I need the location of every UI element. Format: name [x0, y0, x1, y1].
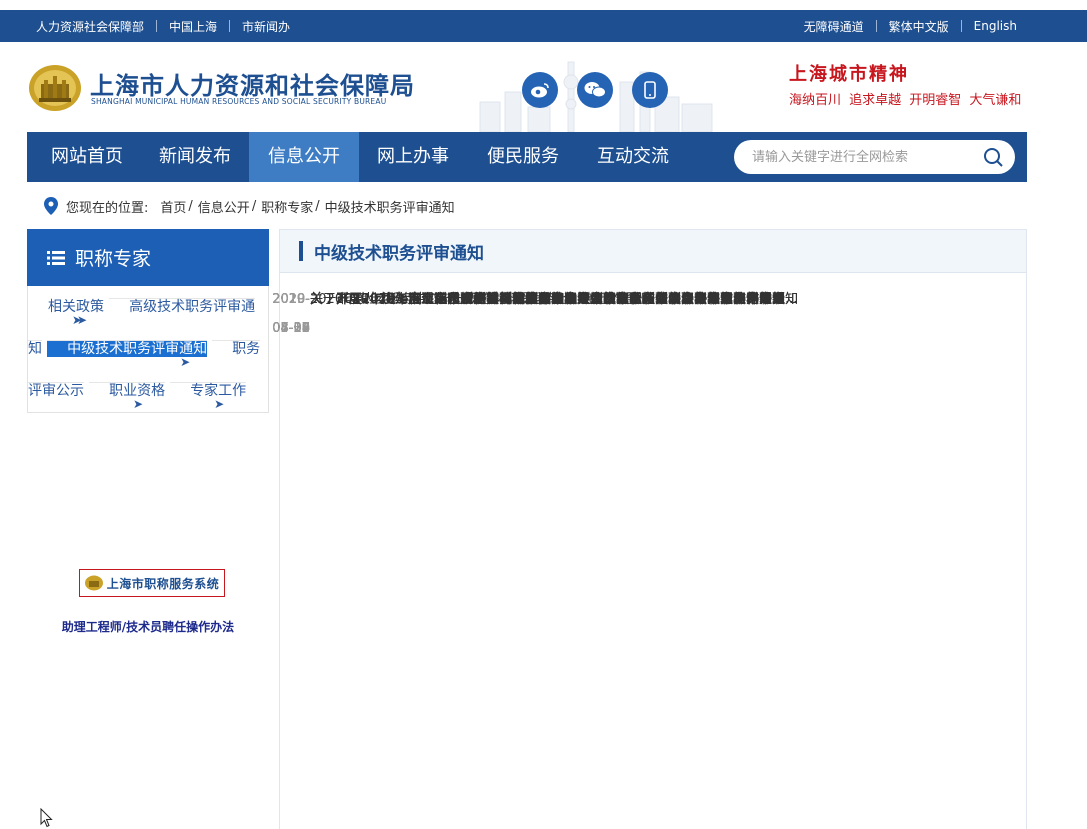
title-accent-bar — [299, 241, 303, 261]
divider — [156, 20, 158, 32]
divider — [875, 20, 877, 32]
main-nav: 网站首页 新闻发布 信息公开 网上办事 便民服务 互动交流 — [27, 132, 1027, 182]
main-content: 中级技术职务评审通知 关于2020年上海市住房和城乡建设管理委员会直属单位工程系… — [272, 229, 1027, 829]
search-icon[interactable] — [983, 147, 1003, 167]
link-accessibility[interactable]: 无障碍通道 — [804, 18, 864, 35]
arrow-right-icon: ➤ — [214, 397, 225, 411]
link-news-office[interactable]: 市新闻办 — [242, 18, 290, 35]
sidebar: 职称专家 相关政策 ➤ 高级技术职务评审通知 ➤ 中级技术职务评审通知 ➤ 职务评审公… — [27, 229, 269, 413]
sidebar-header: 职称专家 — [27, 229, 269, 286]
location-pin-icon — [44, 197, 58, 215]
link-mohrss[interactable]: 人力资源社会保障部 — [36, 18, 144, 35]
city-spirit-slogan: 海纳百川 追求卓越 开明睿智 大气谦和 — [789, 93, 1022, 108]
mobile-icon[interactable] — [632, 72, 668, 108]
link-china-shanghai[interactable]: 中国上海 — [169, 18, 217, 35]
breadcrumb-separator: / — [251, 198, 257, 214]
breadcrumb-home[interactable]: 首页 — [160, 197, 186, 216]
search-input[interactable] — [752, 140, 972, 174]
breadcrumb-separator: / — [315, 198, 320, 214]
news-date: 2019-07-15 — [272, 292, 310, 336]
nav-info-disclosure[interactable]: 信息公开 — [249, 132, 359, 182]
wechat-icon[interactable] — [577, 72, 613, 108]
breadcrumb-label: 您现在的位置: — [66, 200, 149, 216]
bureau-emblem-icon[interactable] — [28, 62, 82, 112]
breadcrumb-professional-title[interactable]: 职称专家 — [261, 197, 313, 216]
top-right-links: 无障碍通道 繁体中文版 English — [804, 10, 1017, 42]
nav-online-services[interactable]: 网上办事 — [363, 132, 463, 182]
nav-home[interactable]: 网站首页 — [37, 132, 137, 182]
breadcrumb: 您现在的位置: 首页 / 信息公开 / 职称专家 / 中级技术职务评审通知 — [44, 196, 455, 216]
sidebar-item-vocational-qualification[interactable]: 职业资格 ➤ — [89, 382, 166, 411]
nav-public-services[interactable]: 便民服务 — [473, 132, 573, 182]
site-subtitle: SHANGHAI MUNICIPAL HUMAN RESOURCES AND S… — [91, 97, 387, 106]
breadcrumb-info-disclosure[interactable]: 信息公开 — [198, 197, 250, 216]
breadcrumb-current[interactable]: 中级技术职务评审通知 — [325, 197, 455, 216]
breadcrumb-separator: / — [188, 198, 193, 214]
site-title[interactable]: 上海市人力资源和社会保障局 — [90, 66, 415, 101]
assistant-engineer-guide-link[interactable]: 助理工程师/技术员聘任操作办法 — [27, 618, 269, 635]
sidebar-item-expert-work[interactable]: 专家工作 ➤ — [170, 382, 247, 411]
content-header: 中级技术职务评审通知 — [280, 230, 1026, 273]
divider — [229, 20, 231, 32]
sidebar-item-policy[interactable]: 相关政策 ➤ — [28, 299, 104, 327]
nav-news[interactable]: 新闻发布 — [145, 132, 245, 182]
arrow-right-icon: ➤ — [180, 355, 191, 369]
bureau-emblem-icon — [84, 575, 103, 591]
news-title: 关于开展2019年度上海市农业系列种植业中级专业技术职务任职资格评审工作的通知 — [310, 292, 799, 307]
top-left-links: 人力资源社会保障部 中国上海 市新闻办 — [36, 10, 290, 42]
site-header: 上海市人力资源和社会保障局 SHANGHAI MUNICIPAL HUMAN R… — [0, 42, 1087, 132]
link-traditional-chinese[interactable]: 繁体中文版 — [889, 18, 949, 35]
city-spirit-title: 上海城市精神 — [789, 64, 909, 85]
banner-text: 上海市职称服务系统 — [106, 576, 220, 591]
nav-interaction[interactable]: 互动交流 — [583, 132, 683, 182]
search-box — [734, 140, 1015, 174]
arrow-right-icon: ➤ — [77, 313, 88, 327]
mouse-cursor-icon — [40, 808, 53, 828]
arrow-right-icon: ➤ — [133, 397, 144, 411]
link-english[interactable]: English — [974, 19, 1017, 33]
title-service-system-banner[interactable]: 上海市职称服务系统 — [79, 569, 225, 597]
top-utility-bar: 人力资源社会保障部 中国上海 市新闻办 无障碍通道 繁体中文版 English — [0, 10, 1087, 42]
divider — [960, 20, 962, 32]
page-title: 中级技术职务评审通知 — [314, 243, 484, 264]
sidebar-menu: 相关政策 ➤ 高级技术职务评审通知 ➤ 中级技术职务评审通知 ➤ 职务评审公示 ➤ 职业… — [27, 286, 269, 413]
weibo-icon[interactable] — [522, 72, 558, 108]
list-icon — [47, 250, 65, 265]
sidebar-title: 职称专家 — [75, 248, 152, 270]
